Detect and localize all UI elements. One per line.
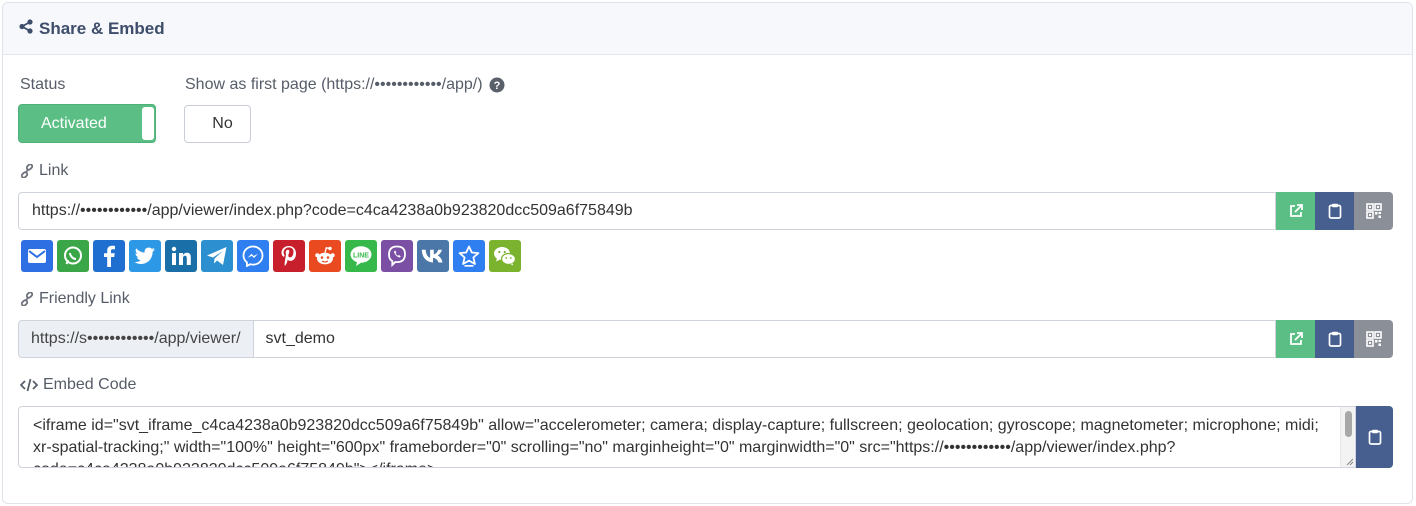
card-header: Share & Embed (3, 3, 1412, 55)
code-icon (20, 378, 43, 392)
embed-code-label-text: Embed Code (43, 376, 137, 393)
vk-icon (421, 249, 445, 263)
linkedin-icon (171, 246, 191, 266)
telegram-icon (206, 246, 228, 266)
share-facebook-button[interactable] (93, 240, 125, 272)
wechat-icon (493, 245, 517, 267)
status-label-text: Status (20, 76, 66, 93)
copy-friendly-link-button[interactable] (1315, 320, 1354, 358)
toggle-knob (187, 108, 199, 140)
share-linkedin-button[interactable] (165, 240, 197, 272)
share-icon (19, 18, 33, 39)
embed-code-textarea[interactable]: <iframe id="svt_iframe_c4ca4238a0b923820… (18, 406, 1356, 468)
qrcode-icon (1365, 203, 1382, 219)
status-toggle-label: Activated (41, 114, 107, 132)
first-page-toggle[interactable]: No (184, 105, 251, 143)
share-vk-button[interactable] (417, 240, 449, 272)
status-label: Status (20, 76, 65, 94)
open-external-icon (1288, 331, 1304, 347)
link-label: Link (20, 162, 68, 180)
share-viber-button[interactable] (381, 240, 413, 272)
svg-text:?: ? (493, 80, 500, 92)
first-page-label-text: Show as first page (https://••••••••••••… (185, 76, 483, 93)
friendly-link-row: https://s••••••••••••/app/viewer/ svt_de… (18, 320, 1393, 358)
copy-link-button[interactable] (1315, 192, 1354, 230)
first-page-label: Show as first page (https://••••••••••••… (185, 76, 510, 94)
resize-handle-icon[interactable] (1344, 456, 1354, 466)
share-line-button[interactable]: LINE (345, 240, 377, 272)
friendly-link-prefix: https://s••••••••••••/app/viewer/ (18, 320, 254, 358)
favorites-icon (458, 245, 480, 267)
embed-code-text: <iframe id="svt_iframe_c4ca4238a0b923820… (33, 417, 1319, 467)
share-reddit-button[interactable] (309, 240, 341, 272)
clipboard-icon (1328, 331, 1342, 347)
share-favorites-button[interactable] (453, 240, 485, 272)
first-page-toggle-label: No (212, 115, 233, 132)
embed-code-label: Embed Code (20, 376, 136, 394)
clipboard-icon (1368, 429, 1382, 445)
whatsapp-icon (62, 245, 84, 267)
copy-embed-button[interactable] (1356, 406, 1393, 468)
question-circle-icon[interactable]: ? (489, 77, 510, 93)
share-wechat-button[interactable] (489, 240, 521, 272)
friendly-link-input[interactable]: svt_demo (253, 320, 1276, 358)
facebook-icon (102, 245, 116, 267)
friendly-link-label-text: Friendly Link (39, 290, 130, 307)
scrollbar-thumb[interactable] (1345, 411, 1352, 437)
reddit-icon (314, 246, 336, 266)
pinterest-icon (280, 245, 298, 267)
messenger-icon (242, 245, 264, 267)
qrcode-friendly-link-button[interactable] (1354, 320, 1393, 358)
link-input[interactable]: https://••••••••••••/app/viewer/index.ph… (18, 192, 1276, 230)
link-icon (20, 292, 39, 306)
share-email-button[interactable] (21, 240, 53, 272)
viber-icon (387, 245, 407, 267)
qrcode-link-button[interactable] (1354, 192, 1393, 230)
email-icon (27, 248, 47, 264)
share-pinterest-button[interactable] (273, 240, 305, 272)
clipboard-icon (1328, 203, 1342, 219)
twitter-icon (134, 247, 156, 265)
open-friendly-link-button[interactable] (1276, 320, 1315, 358)
share-twitter-button[interactable] (129, 240, 161, 272)
share-buttons: LINE (21, 240, 525, 272)
share-telegram-button[interactable] (201, 240, 233, 272)
share-messenger-button[interactable] (237, 240, 269, 272)
open-external-icon (1288, 203, 1304, 219)
svg-text:LINE: LINE (353, 252, 369, 259)
toggle-knob (142, 107, 154, 140)
status-toggle[interactable]: Activated (18, 104, 156, 143)
link-label-text: Link (39, 162, 69, 179)
friendly-link-label: Friendly Link (20, 290, 130, 308)
link-icon (20, 164, 39, 178)
qrcode-icon (1365, 331, 1382, 347)
card-title: Share & Embed (39, 18, 165, 38)
share-whatsapp-button[interactable] (57, 240, 89, 272)
open-link-button[interactable] (1276, 192, 1315, 230)
link-row: https://••••••••••••/app/viewer/index.ph… (18, 192, 1393, 230)
line-icon: LINE (349, 245, 373, 267)
